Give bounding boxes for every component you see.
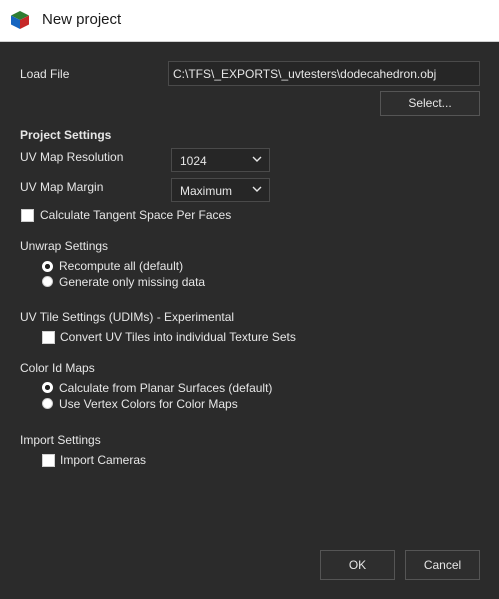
cancel-button[interactable]: Cancel (405, 550, 480, 580)
vertex-colors-radio[interactable] (42, 398, 53, 409)
uv-tile-settings-heading: UV Tile Settings (UDIMs) - Experimental (20, 310, 235, 324)
select-file-button[interactable]: Select... (380, 91, 480, 116)
import-settings-heading: Import Settings (20, 433, 101, 447)
generate-missing-radio[interactable] (42, 276, 53, 287)
load-file-path-text: C:\TFS\_EXPORTS\_uvtesters\dodecahedron.… (173, 67, 437, 81)
tangent-space-label: Calculate Tangent Space Per Faces (40, 208, 232, 222)
uv-map-margin-value: Maximum (180, 184, 233, 198)
load-file-path-field[interactable]: C:\TFS\_EXPORTS\_uvtesters\dodecahedron.… (168, 61, 480, 86)
color-id-maps-heading: Color Id Maps (20, 361, 95, 375)
vertex-colors-label: Use Vertex Colors for Color Maps (59, 397, 238, 411)
planar-surfaces-label: Calculate from Planar Surfaces (default) (59, 381, 273, 395)
generate-missing-label: Generate only missing data (59, 275, 206, 289)
uv-map-resolution-label: UV Map Resolution (20, 150, 124, 164)
uv-map-margin-select[interactable]: Maximum (171, 178, 270, 202)
planar-surfaces-radio[interactable] (42, 382, 53, 393)
import-cameras-label: Import Cameras (60, 453, 147, 467)
window-title: New project (42, 11, 122, 28)
ok-button[interactable]: OK (320, 550, 395, 580)
chevron-down-icon (252, 156, 262, 162)
unwrap-settings-heading: Unwrap Settings (20, 239, 109, 253)
uv-map-resolution-value: 1024 (180, 154, 207, 168)
title-bar: New project (0, 0, 499, 42)
convert-uv-tiles-checkbox[interactable] (42, 331, 55, 344)
recompute-all-radio[interactable] (42, 261, 53, 272)
import-cameras-checkbox[interactable] (42, 454, 55, 467)
recompute-all-label: Recompute all (default) (59, 259, 184, 273)
chevron-down-icon (252, 186, 262, 192)
app-cube-icon (11, 11, 29, 29)
uv-map-margin-label: UV Map Margin (20, 180, 104, 194)
project-settings-heading: Project Settings (20, 128, 112, 142)
load-file-label: Load File (20, 67, 70, 81)
tangent-space-checkbox[interactable] (21, 209, 34, 222)
convert-uv-tiles-label: Convert UV Tiles into individual Texture… (60, 330, 296, 344)
uv-map-resolution-select[interactable]: 1024 (171, 148, 270, 172)
